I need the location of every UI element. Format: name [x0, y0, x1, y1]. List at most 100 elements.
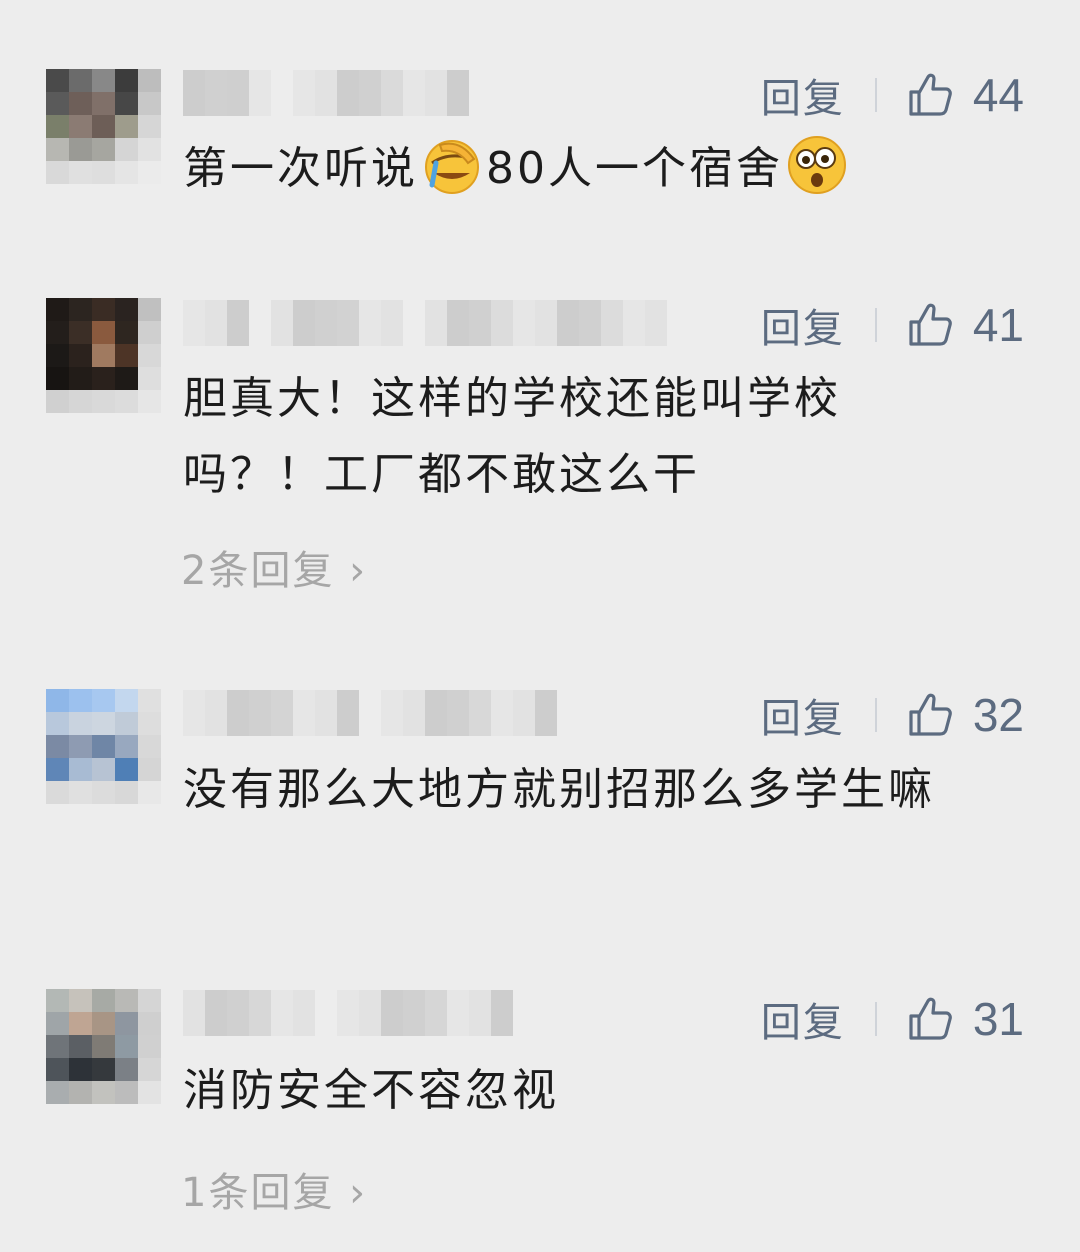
blur-pixel	[535, 690, 557, 736]
reply-button[interactable]: 回复	[761, 296, 845, 354]
avatar-pixel	[69, 1058, 92, 1081]
name-blur-block	[337, 990, 513, 1036]
blur-pixel	[337, 690, 359, 736]
avatar-pixel	[138, 781, 161, 804]
blur-pixel	[337, 990, 359, 1036]
like-count: 31	[972, 993, 1024, 1045]
avatar-pixel	[92, 115, 115, 138]
username-blurred[interactable]	[183, 70, 469, 116]
blur-pixel	[249, 70, 271, 116]
avatar-pixel	[138, 689, 161, 712]
blur-pixel	[227, 690, 249, 736]
comment-actions: 回复 44	[761, 68, 1024, 122]
avatar-pixel	[115, 367, 138, 390]
blur-pixel	[205, 70, 227, 116]
blur-pixel	[315, 300, 337, 346]
blur-pixel	[579, 300, 601, 346]
blur-pixel	[381, 690, 403, 736]
blur-pixel	[293, 690, 315, 736]
blur-pixel	[403, 70, 425, 116]
view-replies-label: 1条回复	[181, 1170, 335, 1216]
avatar-pixel	[92, 321, 115, 344]
avatar-pixel	[115, 712, 138, 735]
reply-button[interactable]: 回复	[761, 66, 845, 124]
avatar[interactable]	[46, 69, 161, 184]
like-button[interactable]: 31	[905, 992, 1024, 1046]
blur-pixel	[293, 300, 315, 346]
blur-pixel	[469, 300, 491, 346]
username-blurred[interactable]	[183, 990, 513, 1036]
blur-pixel	[425, 300, 447, 346]
view-replies-label: 2条回复	[181, 548, 335, 594]
avatar-pixel	[138, 1012, 161, 1035]
avatar[interactable]	[46, 689, 161, 804]
chevron-right-icon: ›	[334, 548, 368, 594]
name-blur-block	[381, 690, 557, 736]
avatar-pixel	[115, 1012, 138, 1035]
view-replies-link[interactable]: 2条回复 ›	[181, 538, 367, 596]
comment-text-part: 80人一个宿舍	[486, 143, 783, 194]
avatar-pixel	[138, 161, 161, 184]
blur-pixel	[337, 300, 359, 346]
action-divider	[874, 698, 877, 732]
blur-pixel	[205, 300, 227, 346]
avatar[interactable]	[46, 989, 161, 1104]
avatar-pixel	[92, 1081, 115, 1104]
avatar-pixel	[46, 69, 69, 92]
username-blurred[interactable]	[183, 300, 667, 346]
avatar-pixel	[46, 989, 69, 1012]
avatar-pixel	[69, 1012, 92, 1035]
avatar-pixel	[46, 161, 69, 184]
comment-text: 没有那么大地方就别招那么多学生嘛	[183, 764, 935, 815]
avatar-pixel	[115, 781, 138, 804]
avatar-pixel	[115, 161, 138, 184]
avatar-pixel	[46, 1081, 69, 1104]
blur-pixel	[491, 990, 513, 1036]
blur-pixel	[227, 990, 249, 1036]
avatar-pixel	[46, 781, 69, 804]
avatar-pixel	[92, 1035, 115, 1058]
avatar-pixel	[138, 758, 161, 781]
avatar-pixel	[92, 92, 115, 115]
avatar-pixel	[115, 390, 138, 413]
avatar-pixel	[46, 712, 69, 735]
avatar-pixel	[69, 1081, 92, 1104]
like-button[interactable]: 41	[905, 298, 1024, 352]
comment-actions: 回复 41	[761, 298, 1024, 352]
blur-pixel	[227, 300, 249, 346]
reply-button[interactable]: 回复	[761, 686, 845, 744]
blur-pixel	[359, 990, 381, 1036]
action-divider	[874, 1002, 877, 1036]
blur-pixel	[381, 300, 403, 346]
blur-pixel	[271, 990, 293, 1036]
avatar-pixel	[46, 1035, 69, 1058]
avatar-pixel	[46, 1058, 69, 1081]
avatar-pixel	[138, 390, 161, 413]
blur-pixel	[557, 300, 579, 346]
like-button[interactable]: 32	[905, 688, 1024, 742]
comment-text: 第一次听说 80人一个宿舍	[183, 131, 1023, 207]
blur-pixel	[271, 690, 293, 736]
name-blur-block	[183, 70, 271, 116]
reply-button[interactable]: 回复	[761, 990, 845, 1048]
view-replies-link[interactable]: 1条回复 ›	[181, 1160, 367, 1218]
avatar-pixel	[138, 367, 161, 390]
avatar-pixel	[138, 1035, 161, 1058]
avatar[interactable]	[46, 298, 161, 413]
facepalm-crying-emoji-icon	[425, 140, 479, 194]
like-count: 44	[972, 69, 1024, 121]
comment-list: 回复 44 第一次听说 80人一个宿舍 回复 41 胆真大！这样的学校还能叫学校…	[0, 0, 1080, 1252]
avatar-pixel	[92, 781, 115, 804]
blur-pixel	[447, 690, 469, 736]
avatar-pixel	[69, 69, 92, 92]
avatar-pixel	[92, 758, 115, 781]
like-button[interactable]: 44	[905, 68, 1024, 122]
blur-pixel	[183, 70, 205, 116]
avatar-pixel	[46, 1012, 69, 1035]
username-blurred[interactable]	[183, 690, 557, 736]
blur-pixel	[293, 70, 315, 116]
avatar-pixel	[138, 1058, 161, 1081]
thumbs-up-icon	[909, 997, 952, 1040]
blur-pixel	[359, 300, 381, 346]
comment-text-part: 第一次听说	[183, 143, 418, 194]
